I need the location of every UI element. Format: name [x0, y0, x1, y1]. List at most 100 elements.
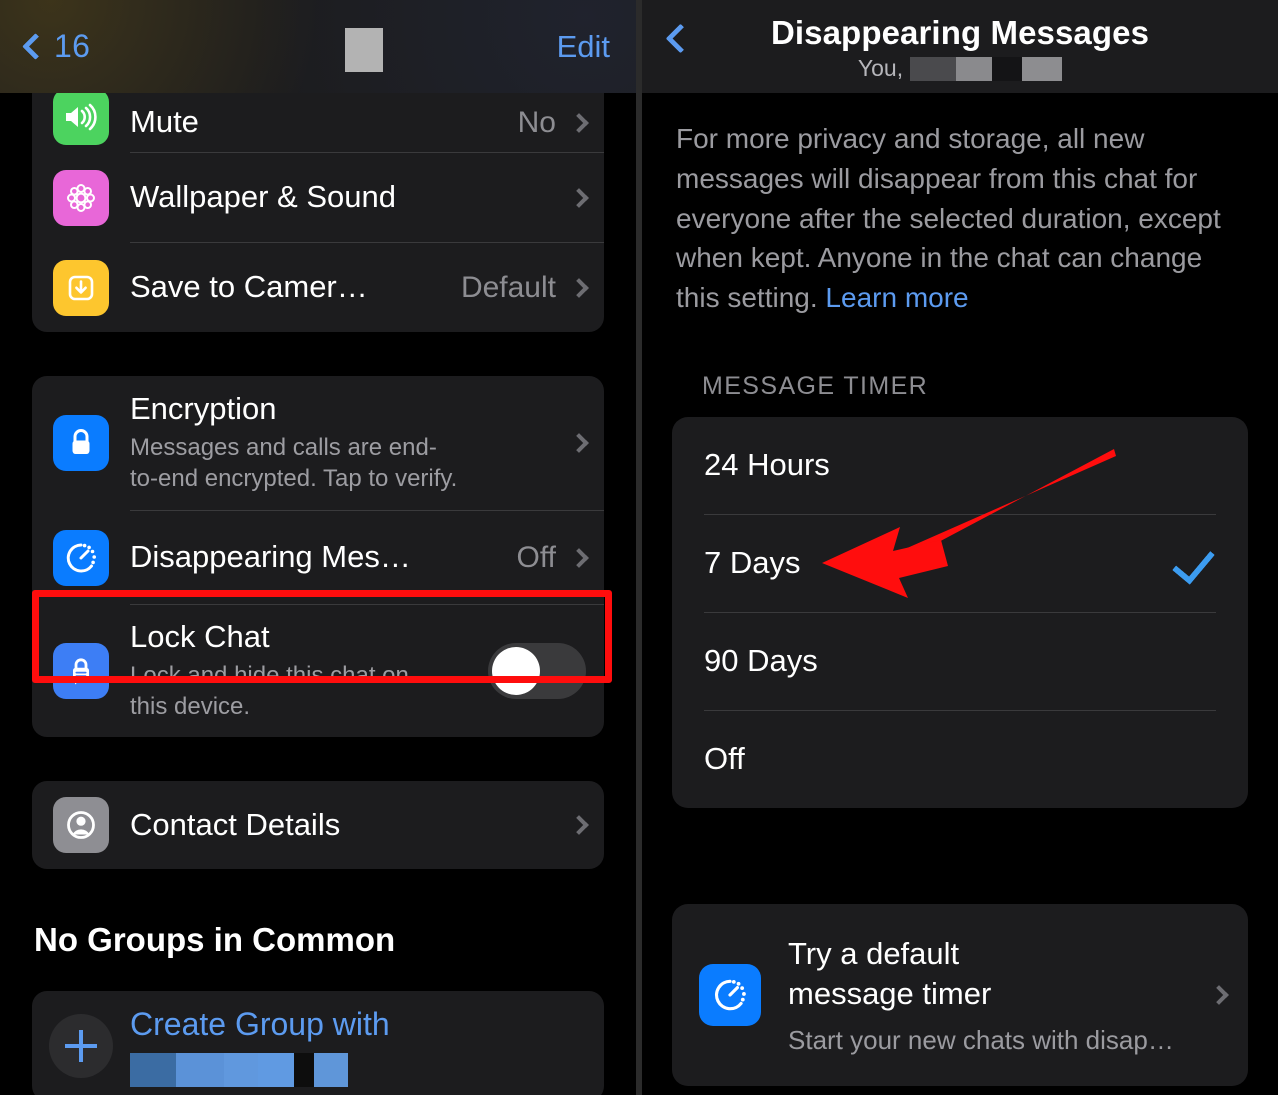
list-item-mute[interactable]: Mute No: [32, 93, 604, 152]
flower-wallpaper-icon: [53, 169, 109, 226]
right-panel-disappearing-messages: Disappearing Messages You, For more priv…: [642, 0, 1278, 1095]
wallpaper-text: Wallpaper & Sound: [130, 179, 556, 216]
toggle-knob: [492, 646, 540, 695]
list-item-subtitle: Lock and hide this chat on this device.: [130, 661, 409, 721]
default-timer-title-line2: message timer: [788, 976, 992, 1012]
option-label: 24 Hours: [704, 447, 830, 483]
chevron-right-icon: [569, 277, 589, 298]
default-timer-title-line1: Try a default: [788, 935, 960, 971]
back-button-label: 16: [54, 28, 91, 64]
list-item-label: Wallpaper & Sound: [130, 179, 396, 215]
mute-value: No: [517, 105, 556, 139]
chevron-right-icon: [569, 112, 589, 133]
default-timer-card[interactable]: Try a default message timer Start your n…: [672, 903, 1248, 1086]
right-panel-content: For more privacy and storage, all new me…: [642, 93, 1278, 1095]
subtitle-redaction-gap: [992, 56, 1023, 81]
mute-icon-container: [32, 93, 130, 145]
encryption-icon-container: [32, 415, 130, 471]
left-panel-group-info: 16 Edit Mute No Wallpaper & Sound Save t…: [0, 0, 636, 1095]
save-icon-container: [32, 259, 130, 316]
left-navigation-bar: 16 Edit: [0, 0, 636, 93]
nav-title-block: Disappearing Messages You,: [668, 12, 1252, 82]
chevron-right-icon: [569, 547, 589, 568]
list-item-label: Mute: [130, 104, 199, 140]
list-item-subtitle: Messages and calls are end-to-end encryp…: [130, 433, 458, 493]
create-group-label: Create Group with: [130, 1005, 390, 1042]
list-item-encryption[interactable]: Encryption Messages and calls are end-to…: [32, 376, 604, 510]
nav-title-redaction: [345, 28, 383, 72]
intro-description: For more privacy and storage, all new me…: [672, 93, 1248, 318]
back-button[interactable]: 16: [22, 28, 91, 65]
option-24-hours[interactable]: 24 Hours: [672, 417, 1248, 514]
left-panel-content: Mute No Wallpaper & Sound Save to Camer……: [0, 93, 636, 1095]
default-timer-subtitle: Start your new chats with disap…: [788, 1024, 1174, 1055]
list-item-disappearing-messages[interactable]: Disappearing Mes… Off: [32, 511, 604, 604]
subtitle-redaction-3: [1022, 56, 1063, 81]
subtitle-redaction-1: [910, 56, 957, 81]
contact-details-text: Contact Details: [130, 807, 556, 844]
group-settings-card: Mute No Wallpaper & Sound Save to Camer……: [32, 93, 604, 332]
learn-more-link[interactable]: Learn more: [825, 282, 968, 313]
disappearing-value: Off: [516, 540, 556, 574]
list-item-label: Contact Details: [130, 806, 341, 842]
contact-details-card[interactable]: Contact Details: [32, 780, 604, 869]
list-item-wallpaper-sound[interactable]: Wallpaper & Sound: [32, 153, 604, 242]
subtitle-redaction-2: [956, 56, 993, 81]
back-button[interactable]: [665, 23, 696, 54]
list-item-label: Encryption: [130, 391, 277, 427]
save-download-icon: [53, 259, 109, 316]
chevron-right-icon: [1209, 984, 1229, 1005]
disappearing-timer-icon: [53, 529, 109, 586]
speaker-wave-icon: [53, 93, 109, 145]
default-timer-icon-container: [672, 963, 788, 1026]
create-group-text: Create Group with: [130, 1005, 604, 1088]
list-item-create-group[interactable]: Create Group with: [32, 991, 604, 1095]
disappearing-text: Disappearing Mes…: [130, 539, 503, 576]
option-90-days[interactable]: 90 Days: [672, 613, 1248, 710]
lock-chat-icon-container: [32, 642, 130, 699]
contact-person-icon: [53, 796, 109, 853]
save-text: Save to Camer…: [130, 269, 447, 306]
option-off[interactable]: Off: [672, 711, 1248, 808]
chevron-right-icon: [569, 187, 589, 208]
option-7-days[interactable]: 7 Days: [672, 515, 1248, 612]
encryption-text: Encryption Messages and calls are end-to…: [130, 377, 556, 509]
nav-subtitle-prefix: You,: [857, 55, 904, 81]
list-item-label: Disappearing Mes…: [130, 539, 411, 575]
chevron-left-icon: [22, 33, 49, 60]
list-item-save-to-camera-roll[interactable]: Save to Camer… Default: [32, 243, 604, 332]
list-item-label: Save to Camer…: [130, 269, 368, 305]
mute-text: Mute: [130, 104, 504, 141]
checkmark-icon: [1172, 541, 1216, 585]
wallpaper-icon-container: [32, 169, 130, 226]
option-label: Off: [704, 741, 745, 777]
list-item-contact-details[interactable]: Contact Details: [32, 781, 604, 869]
chevron-left-icon: [665, 23, 696, 54]
right-navigation-bar: Disappearing Messages You,: [642, 0, 1278, 93]
lock-chat-toggle[interactable]: [488, 642, 586, 699]
groups-section-heading: No Groups in Common: [34, 920, 396, 958]
contact-icon-container: [32, 796, 130, 853]
disappearing-timer-icon: [699, 963, 761, 1026]
disappearing-icon-container: [32, 529, 130, 586]
plus-icon: [49, 1013, 113, 1078]
plus-icon-container: [32, 1013, 130, 1078]
message-timer-section-label: MESSAGE TIMER: [702, 371, 929, 400]
option-label: 90 Days: [704, 643, 818, 679]
create-group-card[interactable]: Create Group with: [32, 990, 604, 1095]
save-value: Default: [460, 270, 556, 304]
create-group-name-redaction: [130, 1053, 604, 1088]
message-timer-options-card: 24 Hours 7 Days 90 Days Off: [672, 416, 1248, 808]
edit-button[interactable]: Edit: [557, 29, 610, 65]
option-label: 7 Days: [704, 545, 801, 581]
lock-chat-icon: [53, 642, 109, 699]
default-timer-text: Try a default message timer Start your n…: [788, 934, 1198, 1056]
lock-icon: [53, 415, 109, 471]
privacy-settings-card: Encryption Messages and calls are end-to…: [32, 376, 604, 737]
list-item-lock-chat[interactable]: Lock Chat Lock and hide this chat on thi…: [32, 605, 604, 737]
page-title: Disappearing Messages: [770, 13, 1150, 51]
